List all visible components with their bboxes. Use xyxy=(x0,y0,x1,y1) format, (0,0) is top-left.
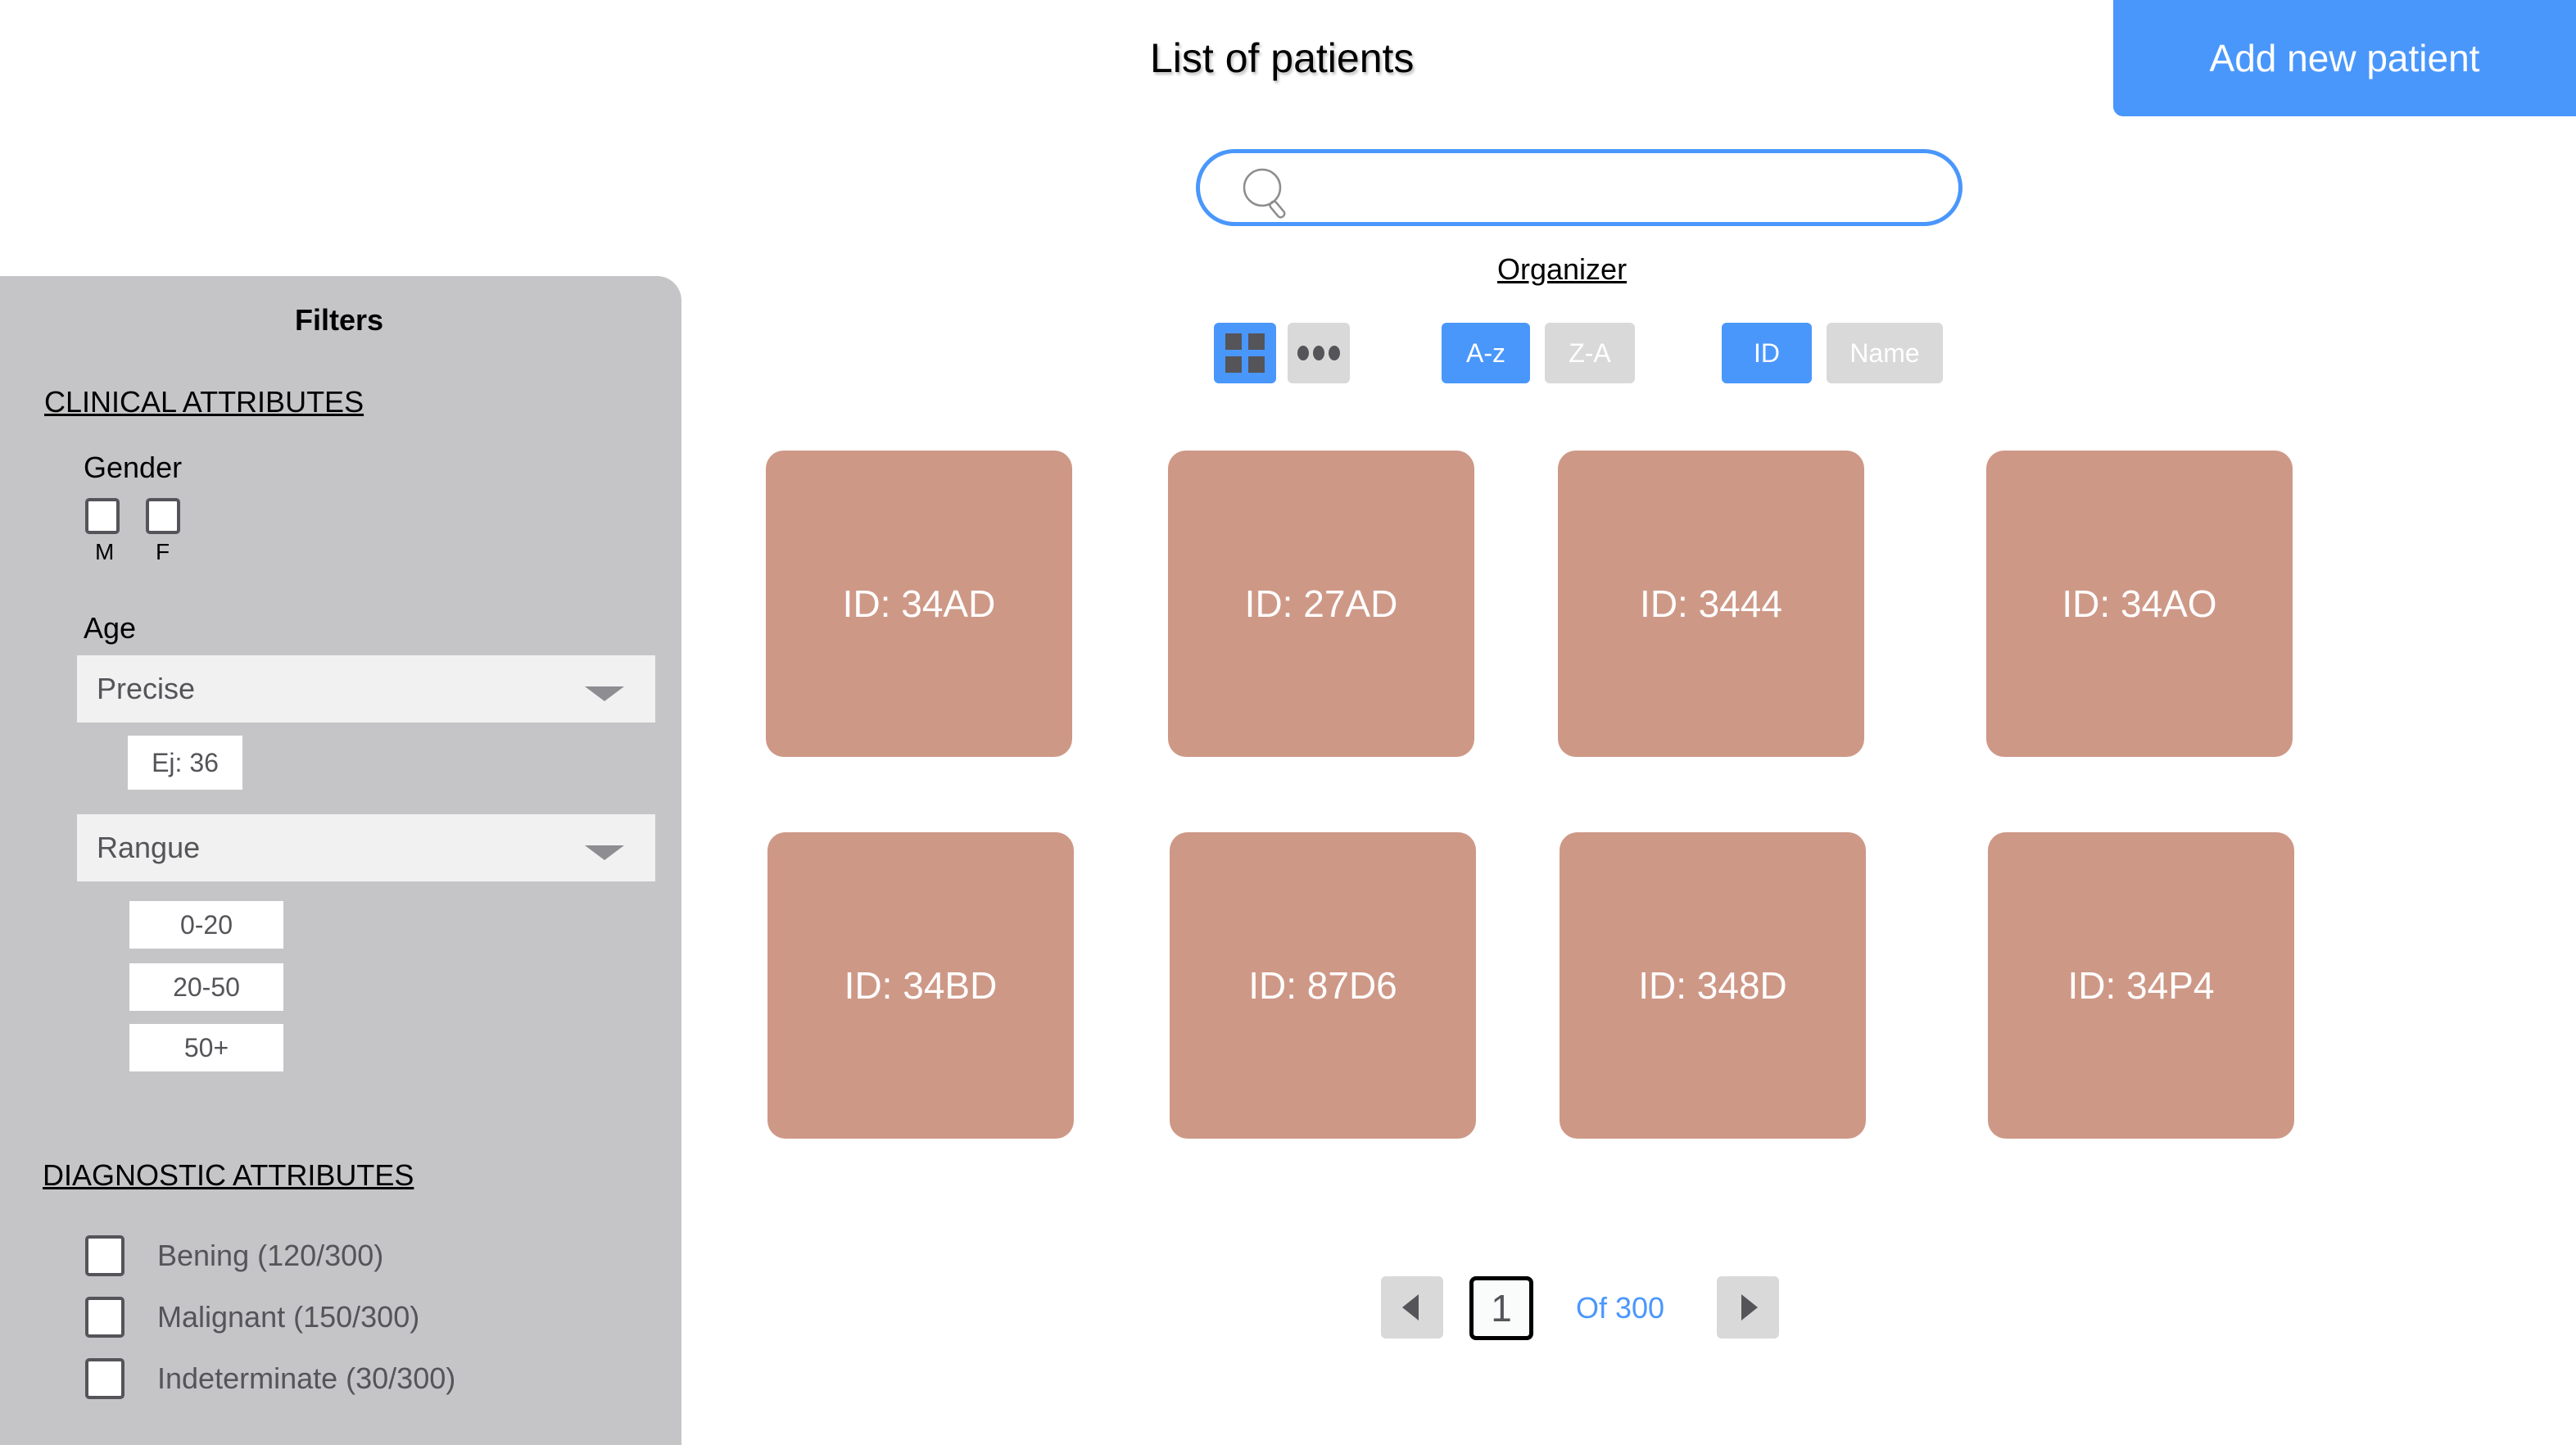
search-bar[interactable] xyxy=(1196,149,1963,226)
age-range-option[interactable]: 50+ xyxy=(129,1024,283,1071)
sort-by-id-button[interactable]: ID xyxy=(1722,323,1812,383)
age-label: Age xyxy=(84,611,137,645)
patient-card[interactable]: ID: 34AD xyxy=(766,451,1072,757)
diagnostic-malignant-checkbox[interactable] xyxy=(85,1297,124,1338)
patient-card[interactable]: ID: 34P4 xyxy=(1988,832,2294,1139)
diagnostic-bening-checkbox[interactable] xyxy=(85,1235,124,1276)
gender-label: Gender xyxy=(84,451,183,484)
current-page-input[interactable]: 1 xyxy=(1469,1276,1533,1340)
diagnostic-attributes-heading: DIAGNOSTIC ATTRIBUTES xyxy=(43,1158,414,1192)
patient-card[interactable]: ID: 87D6 xyxy=(1170,832,1476,1139)
gender-m-checkbox[interactable] xyxy=(85,498,120,534)
total-pages-label: Of 300 xyxy=(1576,1291,1665,1325)
sort-by-name-button[interactable]: Name xyxy=(1827,323,1943,383)
next-page-button[interactable] xyxy=(1717,1276,1779,1339)
diagnostic-indeterminate-checkbox[interactable] xyxy=(85,1358,124,1399)
patient-card[interactable]: ID: 27AD xyxy=(1168,451,1474,757)
organizer-link[interactable]: Organizer xyxy=(1497,252,1627,287)
page-title: List of patients xyxy=(1150,35,1415,81)
caret-right-icon xyxy=(1741,1294,1758,1320)
diagnostic-indeterminate-label: Indeterminate (30/300) xyxy=(157,1361,456,1395)
previous-page-button[interactable] xyxy=(1381,1276,1443,1339)
clinical-attributes-heading: CLINICAL ATTRIBUTES xyxy=(44,385,364,419)
add-new-patient-button[interactable]: Add new patient xyxy=(2113,0,2576,116)
gender-f-label: F xyxy=(156,539,170,564)
chevron-down-icon xyxy=(585,686,624,701)
chevron-down-icon xyxy=(585,845,624,860)
patient-card[interactable]: ID: 3444 xyxy=(1558,451,1864,757)
grid-icon xyxy=(1225,333,1265,373)
filters-title: Filters xyxy=(294,303,384,337)
diagnostic-malignant-label: Malignant (150/300) xyxy=(157,1300,420,1334)
age-range-value: Rangue xyxy=(97,831,201,864)
sort-az-button[interactable]: A-z xyxy=(1442,323,1530,383)
age-precise-input[interactable]: Ej: 36 xyxy=(128,736,242,790)
patient-card[interactable]: ID: 34BD xyxy=(767,832,1074,1139)
gender-m-label: M xyxy=(95,539,115,564)
age-range-option[interactable]: 20-50 xyxy=(129,963,283,1011)
patient-card[interactable]: ID: 34AO xyxy=(1986,451,2293,757)
caret-left-icon xyxy=(1402,1294,1419,1320)
sort-za-button[interactable]: Z-A xyxy=(1545,323,1635,383)
patient-card[interactable]: ID: 348D xyxy=(1560,832,1866,1139)
search-input[interactable] xyxy=(1298,161,1940,215)
grid-view-button[interactable] xyxy=(1214,323,1276,383)
age-precise-value: Precise xyxy=(97,672,196,705)
list-view-button[interactable] xyxy=(1288,323,1350,383)
diagnostic-bening-label: Bening (120/300) xyxy=(157,1239,384,1272)
search-icon xyxy=(1243,168,1286,219)
age-range-select[interactable]: Rangue xyxy=(77,814,655,881)
age-range-option[interactable]: 0-20 xyxy=(129,901,283,949)
more-dots-icon xyxy=(1297,346,1340,360)
gender-f-checkbox[interactable] xyxy=(146,498,180,534)
age-precise-select[interactable]: Precise xyxy=(77,655,655,722)
